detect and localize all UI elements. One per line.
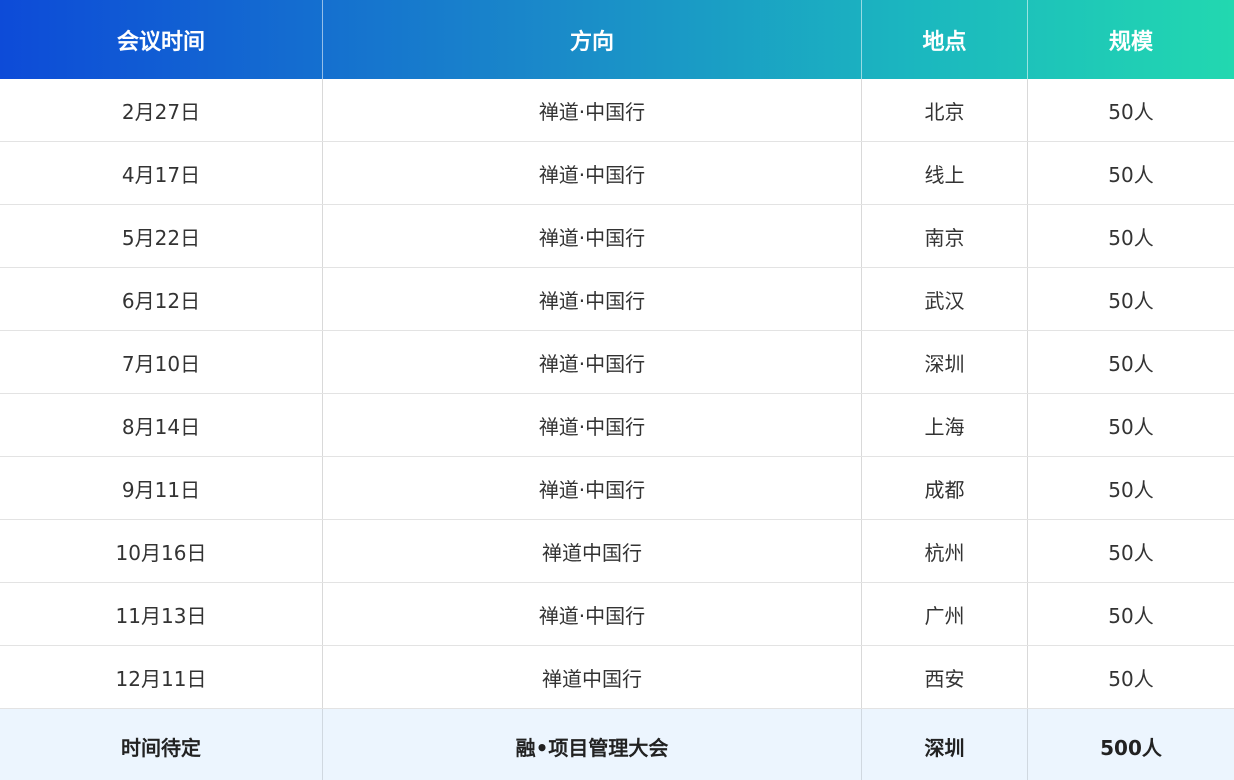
cell-location: 西安 [862, 646, 1028, 708]
table-row: 4月17日 禅道·中国行 线上 50人 [0, 142, 1234, 205]
cell-location: 成都 [862, 457, 1028, 519]
cell-direction: 禅道·中国行 [323, 79, 862, 141]
header-scale: 规模 [1108, 29, 1153, 55]
footer-direction: 融•项目管理大会 [323, 709, 862, 780]
cell-date: 10月16日 [0, 520, 323, 582]
cell-direction: 禅道中国行 [323, 520, 862, 582]
table-row: 2月27日 禅道·中国行 北京 50人 [0, 79, 1234, 142]
table-row: 10月16日 禅道中国行 杭州 50人 [0, 520, 1234, 583]
cell-scale: 50人 [1108, 351, 1154, 376]
cell-date: 2月27日 [0, 79, 323, 141]
cell-scale: 50人 [1108, 414, 1154, 439]
table-row: 9月11日 禅道·中国行 成都 50人 [0, 457, 1234, 520]
cell-date: 11月13日 [0, 583, 323, 645]
cell-date: 4月17日 [0, 142, 323, 204]
cell-scale: 50人 [1108, 477, 1154, 502]
cell-date: 5月22日 [0, 205, 323, 267]
cell-direction: 禅道·中国行 [323, 331, 862, 393]
cell-date: 12月11日 [0, 646, 323, 708]
cell-direction: 禅道·中国行 [323, 457, 862, 519]
cell-direction: 禅道·中国行 [323, 205, 862, 267]
cell-scale: 50人 [1108, 225, 1154, 250]
table-header: 会议时间 方向 地点 规模 [0, 0, 1234, 79]
table-footer-row: 时间待定 融•项目管理大会 深圳 500人 [0, 709, 1234, 780]
table-row: 11月13日 禅道·中国行 广州 50人 [0, 583, 1234, 646]
cell-location: 武汉 [862, 268, 1028, 330]
cell-scale: 50人 [1108, 99, 1154, 124]
table-row: 12月11日 禅道中国行 西安 50人 [0, 646, 1234, 709]
cell-date: 6月12日 [0, 268, 323, 330]
footer-location: 深圳 [862, 709, 1028, 780]
table-row: 5月22日 禅道·中国行 南京 50人 [0, 205, 1234, 268]
cell-location: 杭州 [862, 520, 1028, 582]
cell-scale: 50人 [1108, 540, 1154, 565]
cell-scale: 50人 [1108, 666, 1154, 691]
table-row: 6月12日 禅道·中国行 武汉 50人 [0, 268, 1234, 331]
header-direction: 方向 [323, 0, 862, 79]
cell-date: 8月14日 [0, 394, 323, 456]
cell-scale: 50人 [1108, 288, 1154, 313]
header-time: 会议时间 [0, 0, 323, 79]
header-location: 地点 [862, 0, 1028, 79]
cell-direction: 禅道·中国行 [323, 142, 862, 204]
cell-date: 7月10日 [0, 331, 323, 393]
cell-location: 上海 [862, 394, 1028, 456]
cell-direction: 禅道·中国行 [323, 583, 862, 645]
conference-schedule-table: 会议时间 方向 地点 规模 2月27日 禅道·中国行 北京 50人 4月17日 … [0, 0, 1234, 780]
cell-location: 广州 [862, 583, 1028, 645]
cell-location: 线上 [862, 142, 1028, 204]
cell-location: 北京 [862, 79, 1028, 141]
table-row: 8月14日 禅道·中国行 上海 50人 [0, 394, 1234, 457]
cell-date: 9月11日 [0, 457, 323, 519]
footer-scale: 500人 [1100, 736, 1162, 760]
cell-direction: 禅道·中国行 [323, 268, 862, 330]
footer-date: 时间待定 [0, 709, 323, 780]
cell-location: 南京 [862, 205, 1028, 267]
cell-scale: 50人 [1108, 162, 1154, 187]
cell-location: 深圳 [862, 331, 1028, 393]
cell-direction: 禅道·中国行 [323, 394, 862, 456]
cell-scale: 50人 [1108, 603, 1154, 628]
table-row: 7月10日 禅道·中国行 深圳 50人 [0, 331, 1234, 394]
cell-direction: 禅道中国行 [323, 646, 862, 708]
